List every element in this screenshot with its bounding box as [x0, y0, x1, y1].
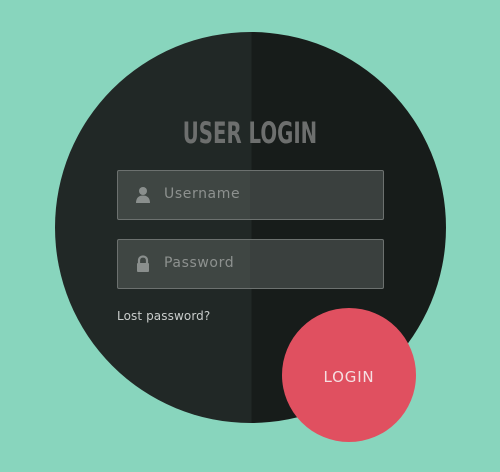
- lost-password-link[interactable]: Lost password?: [117, 307, 210, 325]
- lock-icon: [134, 255, 152, 273]
- login-button-label: LOGIN: [323, 368, 375, 386]
- password-placeholder: Password: [164, 255, 235, 271]
- password-field[interactable]: Password: [117, 239, 384, 289]
- username-placeholder: Username: [164, 186, 241, 202]
- login-button[interactable]: LOGIN: [282, 308, 416, 442]
- username-field[interactable]: Username: [117, 170, 384, 220]
- user-icon: [134, 186, 152, 204]
- page-title: USER LOGIN: [182, 116, 318, 150]
